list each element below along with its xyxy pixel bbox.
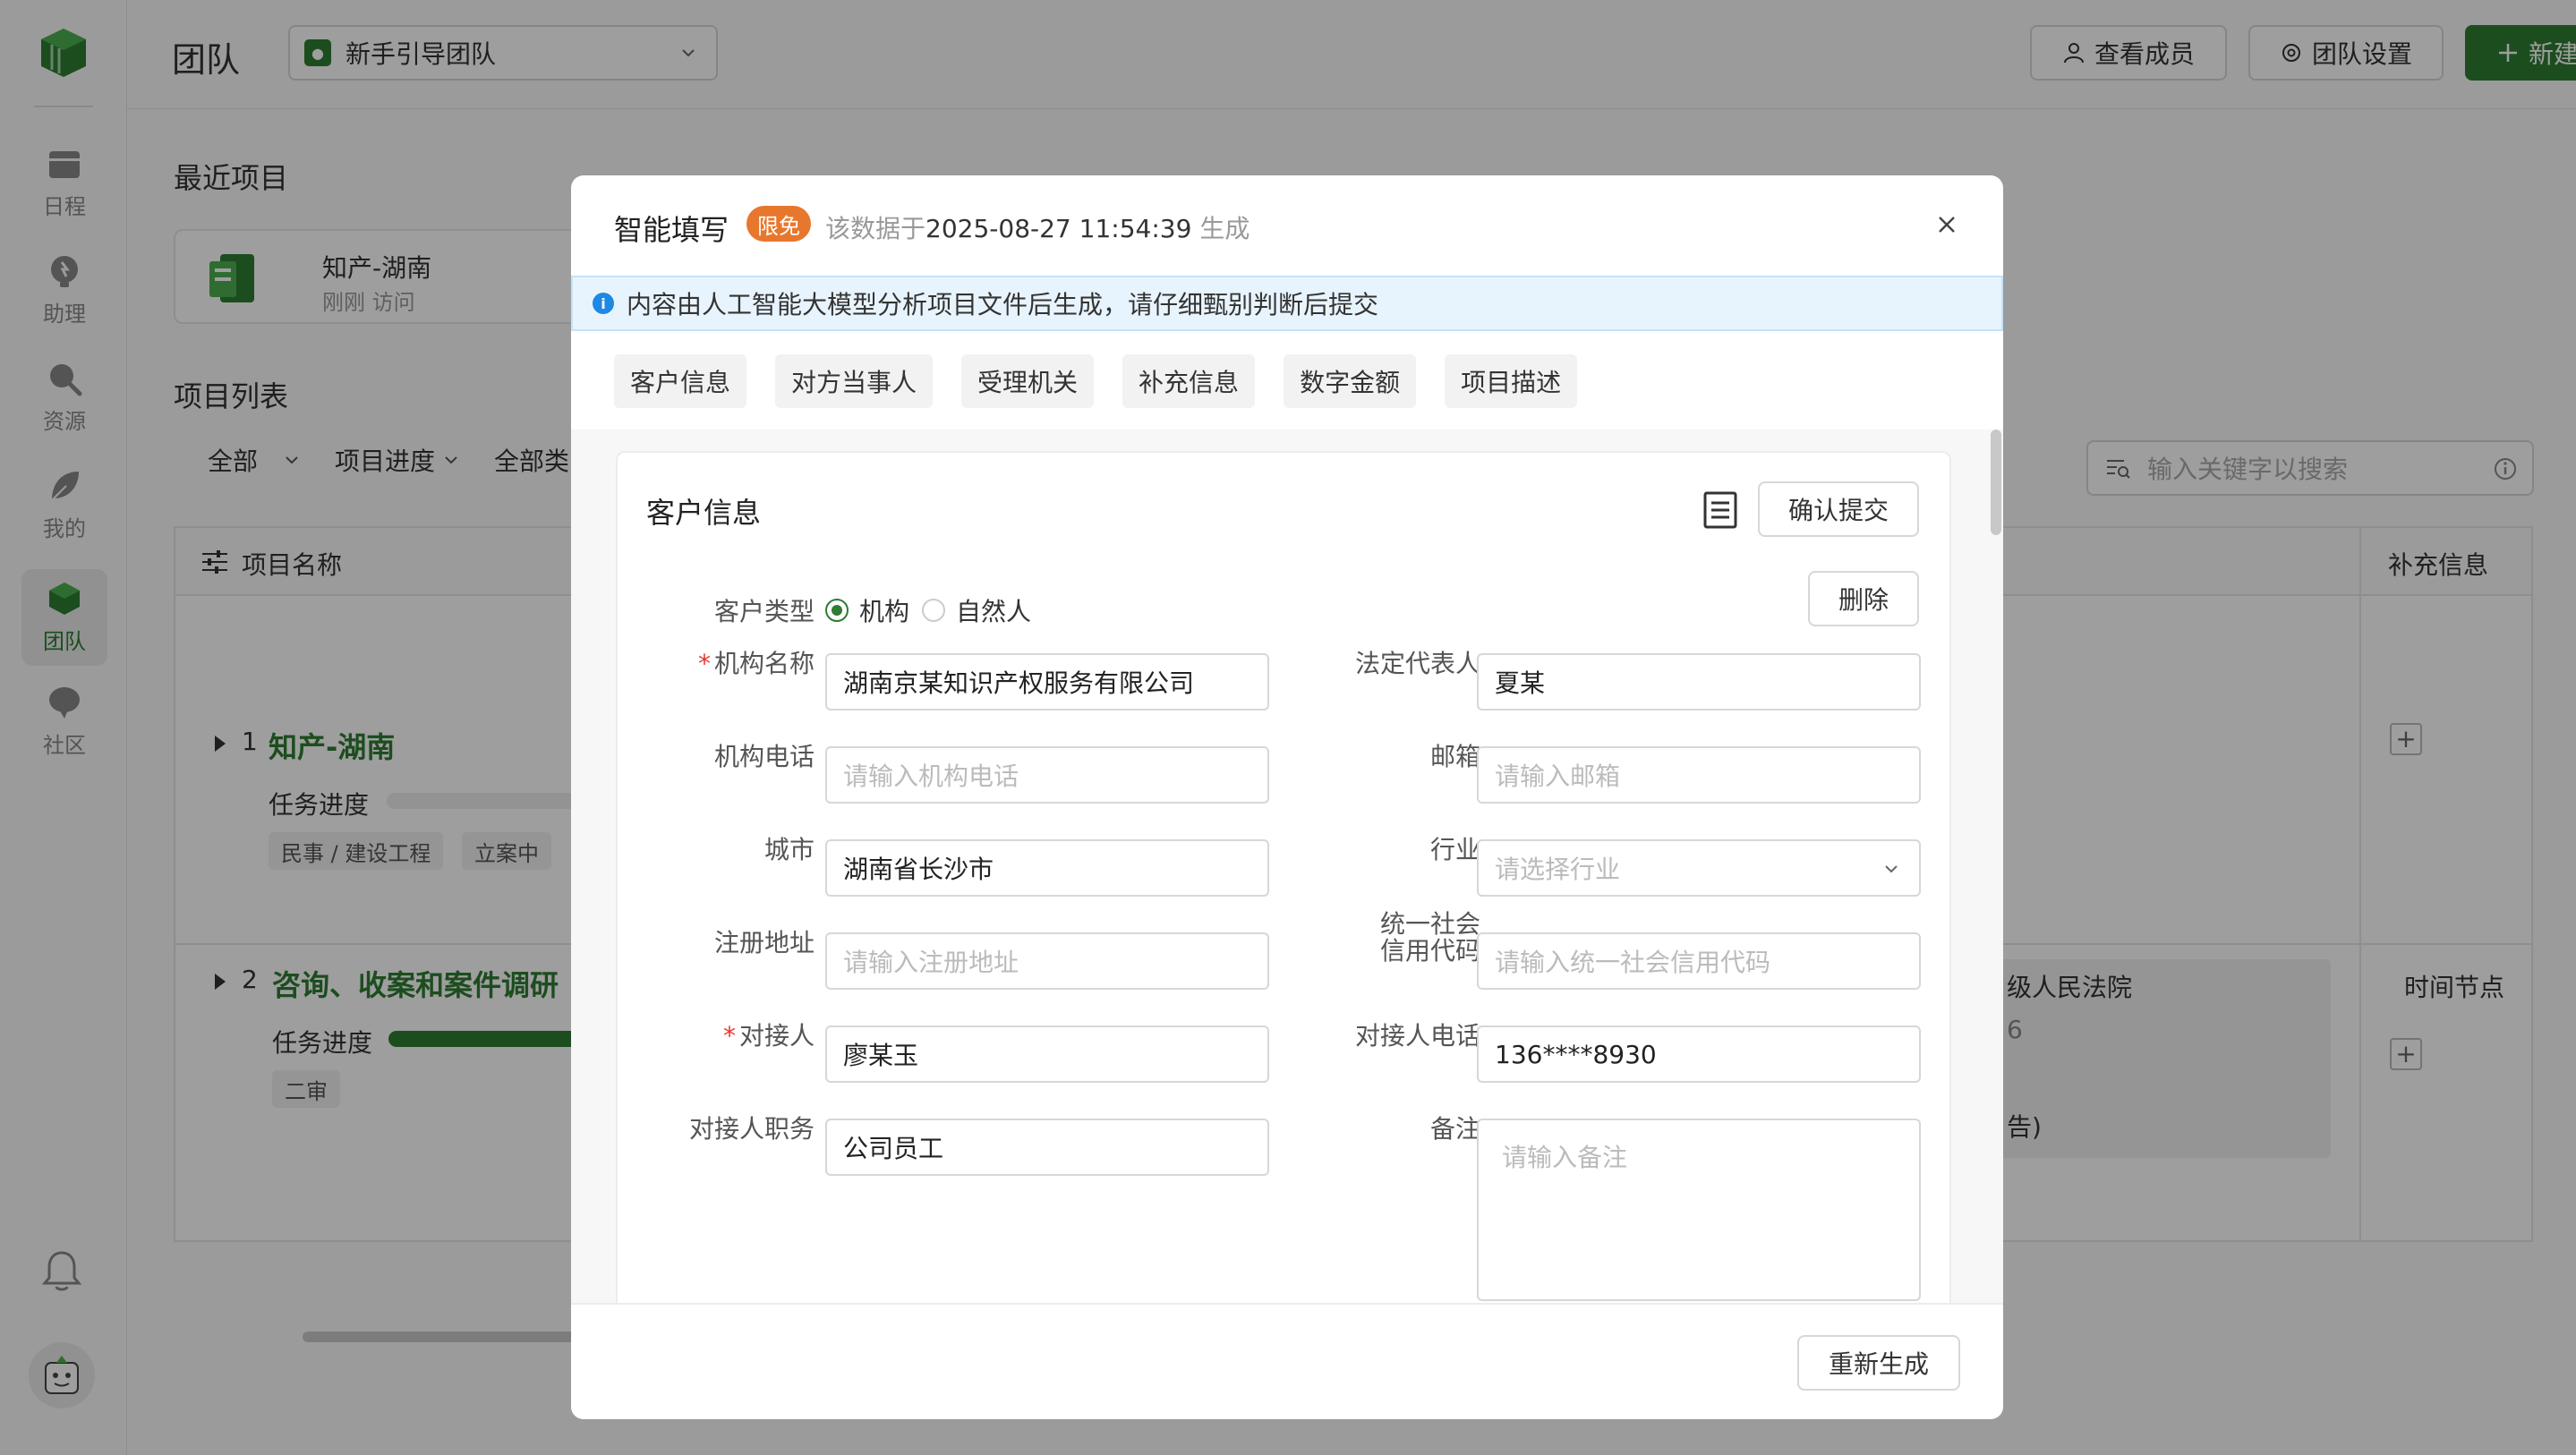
customer-info-card: 客户信息 确认提交 客户类型 机构 自然人 删除 * 机构名称 湖南京某知识产权服… xyxy=(616,451,1951,1303)
radio-label: 自然人 xyxy=(956,597,1032,626)
org-name-input[interactable]: 湖南京某知识产权服务有限公司 xyxy=(825,653,1269,710)
credit-code-label: 统一社会 信用代码 xyxy=(1301,911,1480,965)
modal-tabs: 客户信息 对方当事人 受理机关 补充信息 数字金额 项目描述 xyxy=(614,354,1606,408)
smart-fill-modal: 智能填写 限免 该数据于2025-08-27 11:54:39 生成 i 内容由… xyxy=(571,175,2003,1419)
contact-phone-input[interactable]: 136****8930 xyxy=(1477,1025,1921,1083)
app: 日程 助理 资源 我的 团队 社区 团队 ● 新手引导团队 查看成员 团队设置 … xyxy=(0,0,2576,1455)
tab-supplement[interactable]: 补充信息 xyxy=(1122,354,1256,408)
city-input[interactable]: 湖南省长沙市 xyxy=(825,839,1269,897)
tab-customer-info[interactable]: 客户信息 xyxy=(614,354,747,408)
free-badge: 限免 xyxy=(746,206,811,242)
industry-placeholder: 请选择行业 xyxy=(1495,855,1621,884)
generated-suffix: 生成 xyxy=(1199,214,1250,243)
info-icon: i xyxy=(593,293,614,314)
org-phone-label: 机构电话 xyxy=(713,742,815,771)
industry-select[interactable]: 请选择行业 xyxy=(1477,839,1921,897)
email-input[interactable]: 请输入邮箱 xyxy=(1477,746,1921,804)
document-icon[interactable] xyxy=(1702,490,1738,530)
ai-notice-text: 内容由人工智能大模型分析项目文件后生成，请仔细甄别判断后提交 xyxy=(627,290,1379,319)
card-title: 客户信息 xyxy=(646,496,762,530)
org-name-label-text: 机构名称 xyxy=(713,649,815,678)
ai-notice: i 内容由人工智能大模型分析项目文件后生成，请仔细甄别判断后提交 xyxy=(571,276,2003,331)
modal-header: 智能填写 限免 该数据于2025-08-27 11:54:39 生成 xyxy=(571,175,2003,276)
tab-opposing-party[interactable]: 对方当事人 xyxy=(775,354,934,408)
city-label: 城市 xyxy=(763,835,815,864)
regenerate-button[interactable]: 重新生成 xyxy=(1797,1335,1960,1391)
generated-time-text: 该数据于2025-08-27 11:54:39 生成 xyxy=(825,209,1250,245)
confirm-submit-button[interactable]: 确认提交 xyxy=(1758,481,1919,537)
credit-code-input[interactable]: 请输入统一社会信用代码 xyxy=(1477,932,1921,990)
tab-authority[interactable]: 受理机关 xyxy=(961,354,1095,408)
org-phone-input[interactable]: 请输入机构电话 xyxy=(825,746,1269,804)
email-label: 邮箱 xyxy=(1429,742,1480,771)
generated-prefix: 该数据于 xyxy=(825,214,926,243)
tab-description[interactable]: 项目描述 xyxy=(1445,354,1578,408)
chevron-down-icon xyxy=(1885,865,1898,873)
remark-label: 备注 xyxy=(1429,1114,1480,1144)
contact-label-text: 对接人 xyxy=(738,1021,815,1051)
radio-unchecked-icon xyxy=(922,599,945,622)
org-name-label: * 机构名称 xyxy=(697,649,815,678)
legal-rep-label: 法定代表人 xyxy=(1354,649,1480,678)
contact-title-label: 对接人职务 xyxy=(688,1114,815,1144)
close-icon[interactable] xyxy=(1933,211,1960,238)
delete-button[interactable]: 删除 xyxy=(1808,571,1919,626)
remark-textarea[interactable]: 请输入备注 xyxy=(1477,1119,1921,1301)
modal-footer: 重新生成 xyxy=(571,1303,2003,1419)
generated-time: 2025-08-27 11:54:39 xyxy=(925,214,1192,243)
industry-label: 行业 xyxy=(1429,835,1480,864)
tab-amount[interactable]: 数字金额 xyxy=(1284,354,1417,408)
customer-type-label: 客户类型 xyxy=(713,597,815,626)
legal-rep-input[interactable]: 夏某 xyxy=(1477,653,1921,710)
reg-address-label: 注册地址 xyxy=(713,928,815,957)
contact-label: * 对接人 xyxy=(722,1021,815,1051)
credit-code-label-line2: 信用代码 xyxy=(1379,936,1480,966)
radio-label: 机构 xyxy=(859,597,910,626)
modal-scrollbar[interactable] xyxy=(1991,430,2001,535)
contact-phone-label: 对接人电话 xyxy=(1354,1021,1480,1051)
radio-organization[interactable]: 机构 xyxy=(825,592,909,628)
contact-input[interactable]: 廖某玉 xyxy=(825,1025,1269,1083)
radio-individual[interactable]: 自然人 xyxy=(922,592,1031,628)
radio-checked-icon xyxy=(825,599,849,622)
modal-title: 智能填写 xyxy=(614,213,729,247)
credit-code-label-line1: 统一社会 xyxy=(1379,909,1480,939)
contact-title-input[interactable]: 公司员工 xyxy=(825,1119,1269,1176)
modal-body: 客户信息 确认提交 客户类型 机构 自然人 删除 * 机构名称 湖南京某知识产权服… xyxy=(571,430,2003,1303)
reg-address-input[interactable]: 请输入注册地址 xyxy=(825,932,1269,990)
